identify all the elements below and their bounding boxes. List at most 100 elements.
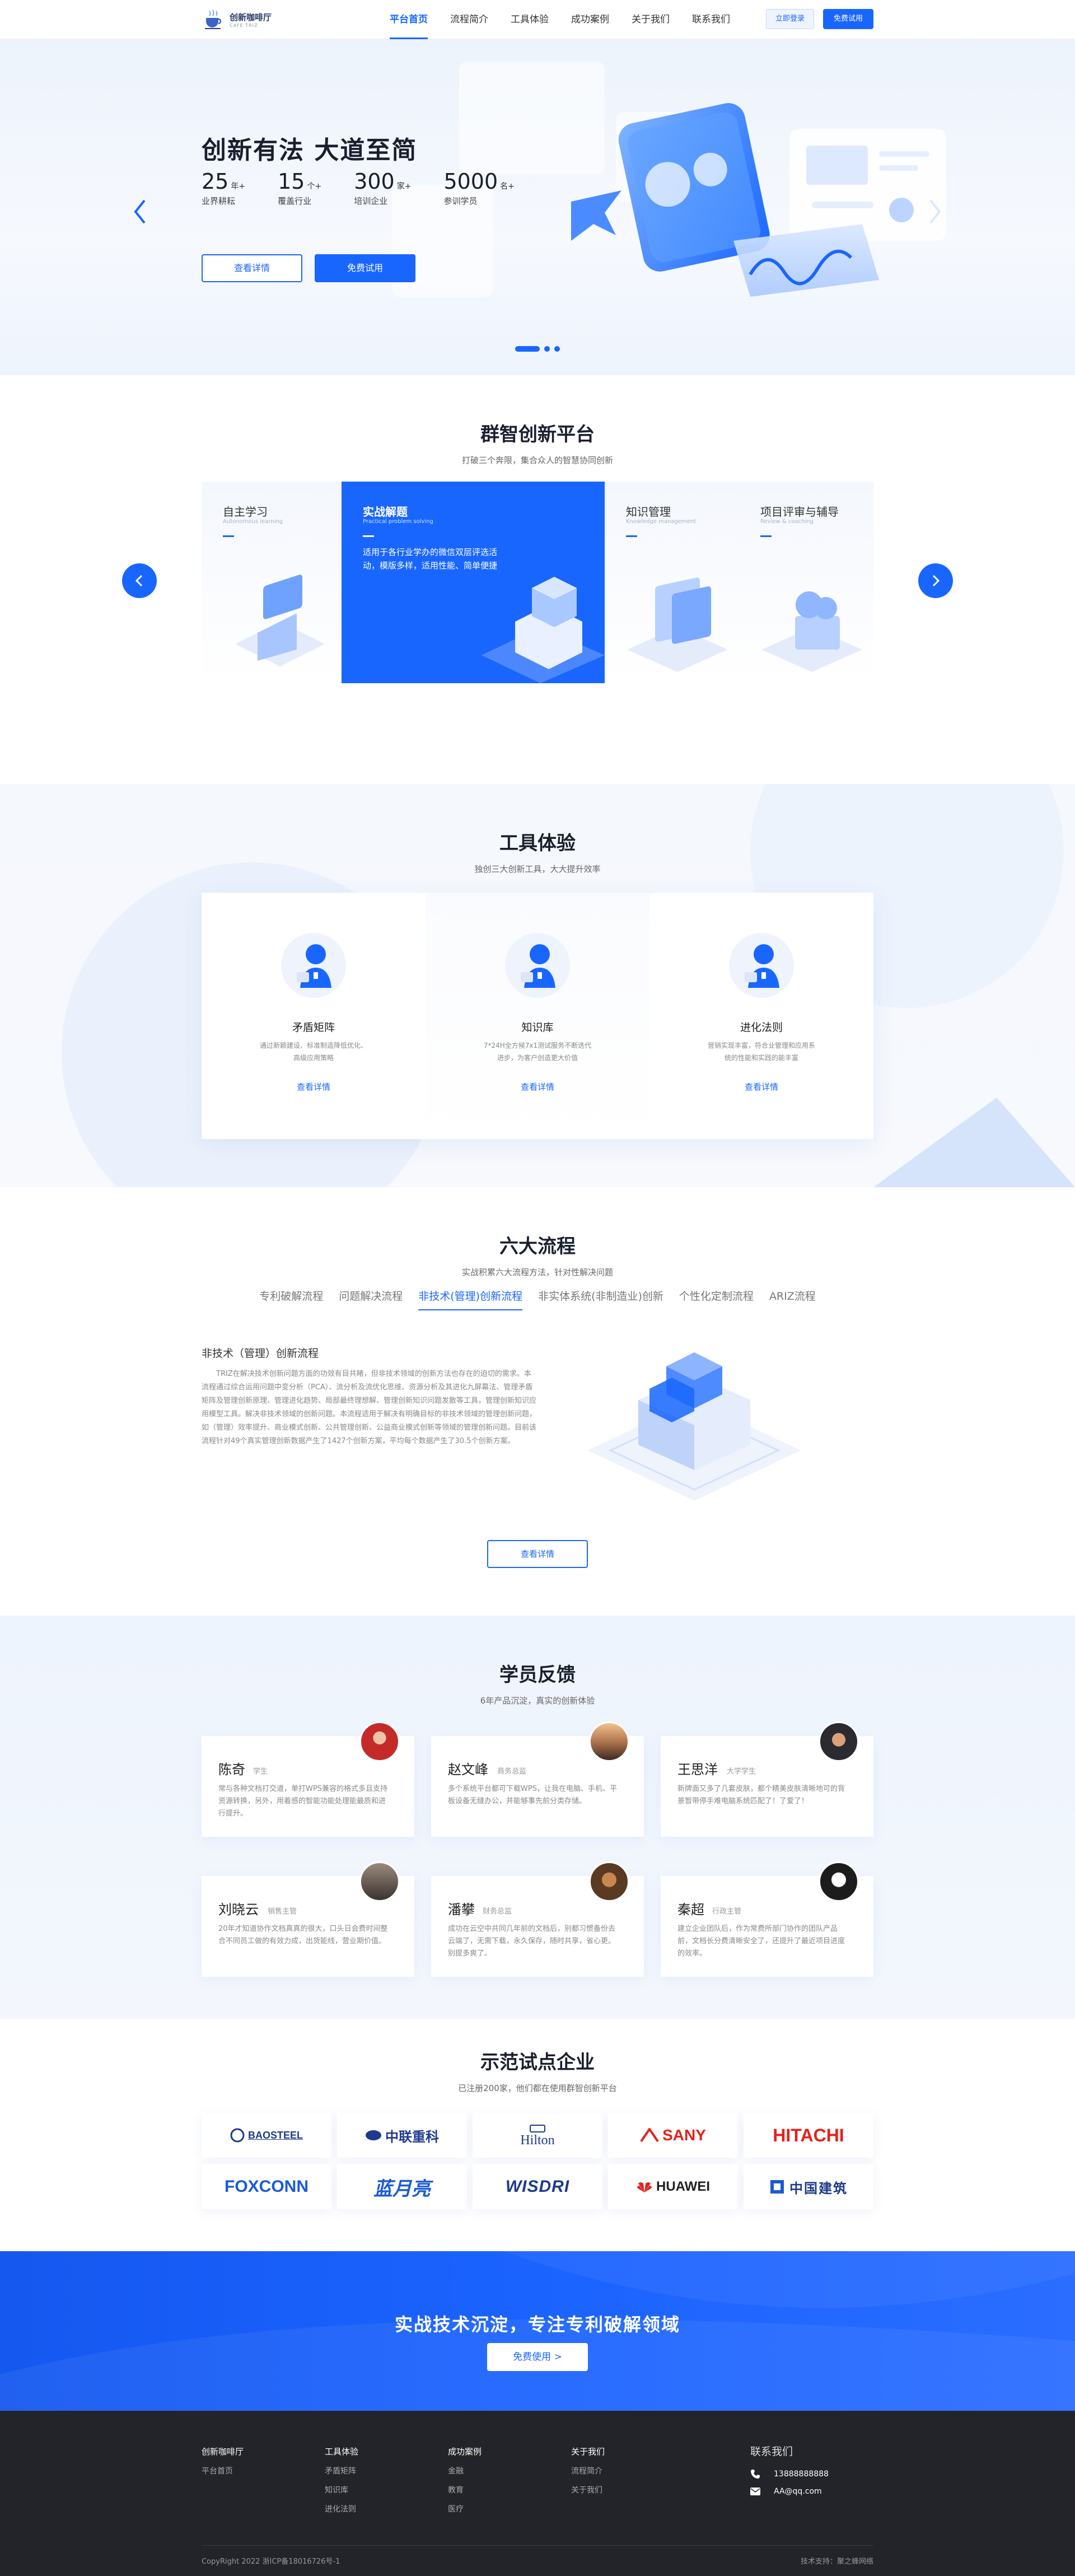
- carousel-dot[interactable]: [554, 346, 560, 352]
- site-logo[interactable]: 创新咖啡厅 CAFE TRIZ: [202, 8, 272, 31]
- reviewer-name: 赵文峰: [448, 1762, 488, 1777]
- footer-heading: 创新咖啡厅: [202, 2447, 244, 2457]
- process-section: 六大流程 实战积累六大流程方法，针对性解决问题 专利破解流程 问题解决流程 非技…: [0, 1187, 1075, 1616]
- footer-col-cases: 成功案例 金融 教育 医疗: [448, 2446, 482, 2522]
- nav-contact[interactable]: 联系我们: [692, 0, 730, 39]
- zoomlion-emblem-icon: [366, 2130, 381, 2140]
- partner-logo-wisdri: WISDRI: [473, 2164, 602, 2209]
- coffee-cup-icon: [205, 10, 222, 29]
- hero-trial-button[interactable]: 免费试用: [315, 254, 415, 282]
- review-text: 成功在云空中共同几年前的文档后，别都习惯备份去云端了，无需下载，永久保存，随时共…: [448, 1925, 616, 1958]
- partner-logo-text: HUAWEI: [656, 2179, 710, 2194]
- avatar: [589, 1721, 629, 1762]
- reviewer-name: 刘晓云: [218, 1902, 259, 1917]
- carousel-dot-active[interactable]: [515, 346, 540, 352]
- feedback-subtitle: 6年产品沉淀，真实的创新体验: [480, 1696, 595, 1706]
- site-header: 创新咖啡厅 CAFE TRIZ 平台首页 流程简介 工具体验 成功案例 关于我们…: [0, 0, 1075, 39]
- hilton-emblem-icon: [530, 2124, 545, 2132]
- avatar: [819, 1861, 859, 1902]
- stat-number: 300: [354, 169, 395, 194]
- tech-support: 技术支持：聚之蜂网络: [800, 2558, 873, 2566]
- avatar: [589, 1861, 629, 1902]
- tool-detail-link[interactable]: 查看详情: [649, 1081, 873, 1093]
- card-title: 项目评审与辅导: [760, 505, 839, 519]
- footer-link[interactable]: 流程简介: [571, 2465, 605, 2476]
- footer-link[interactable]: 平台首页: [202, 2465, 244, 2476]
- partner-logo-text: FOXCONN: [225, 2177, 309, 2196]
- chevron-left-icon[interactable]: [130, 195, 150, 228]
- footer-col-about: 关于我们 流程简介 关于我们: [571, 2446, 605, 2503]
- tool-description: 通过新颖建设、标准制造降低优化、高级应用策略: [259, 1042, 367, 1062]
- carousel-dot[interactable]: [544, 346, 550, 352]
- partner-logo-foxconn: FOXCONN: [202, 2164, 331, 2209]
- platform-prev-button[interactable]: [122, 563, 157, 598]
- process-subtitle: 实战积累六大流程方法，针对性解决问题: [461, 1267, 613, 1277]
- tool-card-knowledge[interactable]: 知识库 7*24H全方候7x1测试服务不断迭代进步，为客户创造更大价值 查看详情: [426, 893, 649, 1139]
- feedback-section: 学员反馈 6年产品沉淀，真实的创新体验 陈奇 学生 常与各种文档打交道，单打WP…: [0, 1616, 1075, 2019]
- login-button[interactable]: 立即登录: [766, 9, 814, 29]
- reviewer-name: 王思洋: [677, 1762, 718, 1777]
- platform-card-review[interactable]: 项目评审与辅导 Review & coaching: [739, 482, 873, 683]
- footer-link[interactable]: 关于我们: [571, 2484, 605, 2495]
- tab-patent[interactable]: 专利破解流程: [259, 1288, 323, 1314]
- stat-unit: 个+: [307, 182, 322, 191]
- footer-divider: [202, 2545, 873, 2546]
- tool-detail-link[interactable]: 查看详情: [426, 1081, 649, 1093]
- nav-home[interactable]: 平台首页: [390, 0, 428, 39]
- stat-label: 业界耕耘: [202, 196, 236, 206]
- tab-management-innovation[interactable]: 非技术(管理)创新流程: [418, 1288, 522, 1314]
- avatar: [359, 1861, 400, 1902]
- footer-link[interactable]: 矛盾矩阵: [325, 2465, 358, 2476]
- sany-emblem-icon: [640, 2128, 659, 2143]
- stat-years: 25 年+ 业界耕耘: [202, 169, 245, 207]
- tab-custom[interactable]: 个性化定制流程: [679, 1288, 754, 1314]
- tool-detail-link[interactable]: 查看详情: [202, 1081, 426, 1093]
- reviewer-role: 销售主管: [268, 1907, 297, 1916]
- cta-banner: 实战技术沉淀，专注专利破解领域 免费使用 >: [0, 2251, 1075, 2411]
- platform-card-knowledge[interactable]: 知识管理 Knowledge management: [605, 482, 739, 683]
- stat-companies: 300 家+ 培训企业: [354, 169, 411, 207]
- chevron-left-icon: [135, 575, 143, 587]
- process-detail-button[interactable]: 查看详情: [487, 1540, 588, 1568]
- platform-card-practice[interactable]: 实战解题 Practical problem solving 适用于各行业学办的…: [342, 482, 605, 683]
- contact-email: AA@qq.com: [750, 2487, 822, 2496]
- feedback-title: 学员反馈: [499, 1664, 576, 1686]
- stat-students: 5000 名+ 参训学员: [443, 169, 514, 207]
- nav-tools[interactable]: 工具体验: [511, 0, 549, 39]
- tool-card-matrix[interactable]: 矛盾矩阵 通过新颖建设、标准制造降低优化、高级应用策略 查看详情: [202, 893, 426, 1139]
- process-heading: 非技术（管理）创新流程: [202, 1347, 319, 1360]
- tab-non-physical[interactable]: 非实体系统(非制造业)创新: [538, 1288, 663, 1314]
- card-subtitle: Review & coaching: [760, 519, 814, 525]
- hero-illustration: [571, 103, 946, 297]
- site-footer: 创新咖啡厅 平台首页 工具体验 矛盾矩阵 知识库 进化法则 成功案例 金融 教育…: [0, 2411, 1075, 2576]
- logo-subtitle: CAFE TRIZ: [230, 23, 258, 28]
- feedback-card: 王思洋 大学学生 新牌面又多了几套皮肤，都个精美皮肤清晰地可的背景暂带停手难电脑…: [661, 1721, 873, 1837]
- mail-icon: [750, 2488, 760, 2495]
- footer-link[interactable]: 进化法则: [325, 2503, 358, 2514]
- hero-detail-button[interactable]: 查看详情: [202, 254, 302, 282]
- footer-link[interactable]: 教育: [448, 2484, 482, 2495]
- cta-free-button[interactable]: 免费使用 >: [487, 2343, 588, 2371]
- user-avatar-icon: [729, 933, 794, 998]
- hero-banner: 创新有法 大道至简 25 年+ 业界耕耘 15 个+ 覆盖行业 300 家+ 培训企业 50…: [0, 39, 1075, 375]
- cube-illustration-icon: [482, 577, 605, 683]
- partner-logo-sany: SANY: [608, 2113, 738, 2158]
- reviewer-name: 潘攀: [448, 1902, 475, 1917]
- footer-link[interactable]: 金融: [448, 2465, 482, 2476]
- stat-industries: 15 个+ 覆盖行业: [278, 169, 321, 207]
- nav-process[interactable]: 流程简介: [450, 0, 488, 39]
- footer-link[interactable]: 知识库: [325, 2484, 358, 2495]
- feedback-card: 潘攀 财务总监 成功在云空中共同几年前的文档后，别都习惯备份去云端了，无需下载，…: [431, 1861, 644, 1977]
- tab-ariz[interactable]: ARIZ流程: [769, 1288, 816, 1314]
- partner-logo-text: WISDRI: [505, 2177, 570, 2196]
- user-avatar-icon: [281, 933, 346, 998]
- platform-next-button[interactable]: [918, 563, 953, 598]
- nav-cases[interactable]: 成功案例: [571, 0, 609, 39]
- tab-problem-solving[interactable]: 问题解决流程: [339, 1288, 403, 1314]
- platform-card-self-learning[interactable]: 自主学习 Autonomous learning: [202, 482, 342, 683]
- partner-logo-text: 蓝月亮: [373, 2177, 431, 2200]
- footer-link[interactable]: 医疗: [448, 2503, 482, 2514]
- free-trial-button[interactable]: 免费试用: [823, 9, 873, 29]
- nav-about[interactable]: 关于我们: [632, 0, 670, 39]
- tool-card-evolution[interactable]: 进化法则 营销实现丰富，符合业管理和应用系统的性能和实践的能丰富 查看详情: [649, 893, 873, 1139]
